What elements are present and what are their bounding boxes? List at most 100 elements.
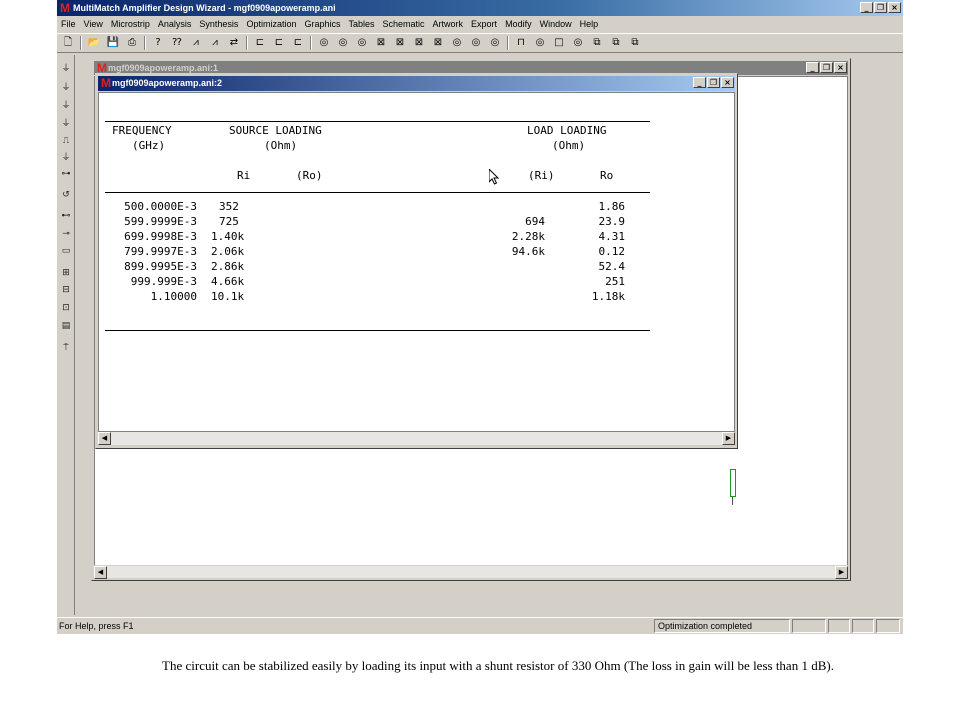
menu-item-help[interactable]: Help bbox=[580, 19, 599, 29]
resistor-lead bbox=[732, 497, 733, 505]
load-ri-header: (Ri) bbox=[528, 169, 555, 182]
tool-icon[interactable]: ⏚ bbox=[60, 152, 72, 164]
menu-item-modify[interactable]: Modify bbox=[505, 19, 532, 29]
table-cell-freq: 799.9997E-3 bbox=[124, 245, 197, 258]
restore-button[interactable]: ❐ bbox=[707, 77, 720, 88]
network-icon[interactable]: ⧉ bbox=[628, 36, 642, 50]
restore-button[interactable]: ❐ bbox=[874, 2, 887, 13]
tool-b-icon[interactable]: ⩘ bbox=[208, 36, 222, 50]
minimize-button[interactable]: _ bbox=[806, 62, 819, 73]
circle-icon[interactable]: ◎ bbox=[571, 36, 585, 50]
loading-table: FREQUENCY SOURCE LOADING LOAD LOADING (G… bbox=[98, 92, 735, 432]
table-cell-load-ro: 0.12 bbox=[598, 245, 626, 258]
box-icon[interactable]: ⊠ bbox=[374, 36, 388, 50]
menu-item-artwork[interactable]: Artwork bbox=[433, 19, 464, 29]
tool-icon[interactable]: ⏚ bbox=[60, 63, 72, 75]
tool-icon[interactable]: ▭ bbox=[60, 245, 72, 257]
menu-item-graphics[interactable]: Graphics bbox=[304, 19, 340, 29]
load-ro-header: Ro bbox=[600, 169, 614, 182]
horizontal-scrollbar[interactable]: ◀ ▶ bbox=[98, 432, 735, 445]
component-icon[interactable]: ⊏ bbox=[253, 36, 267, 50]
print-icon[interactable]: ⎙ bbox=[125, 36, 139, 50]
tool-icon[interactable]: ⊶ bbox=[60, 168, 72, 180]
scroll-right-icon[interactable]: ▶ bbox=[835, 566, 848, 579]
circle-icon[interactable]: ◎ bbox=[533, 36, 547, 50]
toolbar-separator bbox=[246, 36, 248, 50]
menu-item-analysis[interactable]: Analysis bbox=[158, 19, 192, 29]
square-icon[interactable]: □ bbox=[552, 36, 566, 50]
child-window-1-controls: _ ❐ × bbox=[806, 62, 848, 73]
box-icon[interactable]: ⊠ bbox=[431, 36, 445, 50]
table-cell-freq: 599.9999E-3 bbox=[124, 215, 197, 228]
help-icon[interactable]: ? bbox=[151, 36, 165, 50]
open-icon[interactable]: 📂 bbox=[87, 36, 101, 50]
child-window-2-controls: _ ❐ × bbox=[693, 77, 735, 88]
graph-icon[interactable]: ⊓ bbox=[514, 36, 528, 50]
app-titlebar: M MultiMatch Amplifier Design Wizard - m… bbox=[57, 0, 903, 16]
table-cell-load-ro: 23.9 bbox=[598, 215, 626, 228]
horizontal-scrollbar[interactable]: ◀ ▶ bbox=[94, 565, 848, 579]
tool-icon[interactable]: ⏚ bbox=[60, 82, 72, 94]
menu-item-file[interactable]: File bbox=[61, 19, 76, 29]
tool-icon[interactable]: ⏚ bbox=[60, 118, 72, 130]
menu-item-schematic[interactable]: Schematic bbox=[383, 19, 425, 29]
menu-item-tables[interactable]: Tables bbox=[348, 19, 374, 29]
circle-icon[interactable]: ◎ bbox=[317, 36, 331, 50]
tool-icon[interactable]: ⊸ bbox=[60, 228, 72, 240]
tool-icon[interactable]: ⊞ bbox=[60, 267, 72, 279]
menu-item-window[interactable]: Window bbox=[540, 19, 572, 29]
tool-a-icon[interactable]: ⩘ bbox=[189, 36, 203, 50]
circle-icon[interactable]: ◎ bbox=[469, 36, 483, 50]
circle-icon[interactable]: ◎ bbox=[488, 36, 502, 50]
table-cell-load-ri: 94.6k bbox=[511, 245, 545, 258]
tool-icon[interactable]: ⊟ bbox=[60, 284, 72, 296]
restore-button[interactable]: ❐ bbox=[820, 62, 833, 73]
status-pane bbox=[792, 619, 826, 633]
context-help-icon[interactable]: ⁇ bbox=[170, 36, 184, 50]
status-bar: For Help, press F1 Optimization complete… bbox=[57, 617, 903, 634]
circle-icon[interactable]: ◎ bbox=[336, 36, 350, 50]
box-icon[interactable]: ⊠ bbox=[393, 36, 407, 50]
menu-item-view[interactable]: View bbox=[84, 19, 103, 29]
resistor-symbol bbox=[730, 469, 736, 497]
scroll-right-icon[interactable]: ▶ bbox=[722, 432, 735, 445]
tool-icon[interactable]: ⍑ bbox=[60, 342, 72, 354]
menu-item-synthesis[interactable]: Synthesis bbox=[199, 19, 238, 29]
circle-icon[interactable]: ◎ bbox=[355, 36, 369, 50]
box-icon[interactable]: ⊠ bbox=[412, 36, 426, 50]
menu-item-microstrip[interactable]: Microstrip bbox=[111, 19, 150, 29]
scroll-left-icon[interactable]: ◀ bbox=[94, 566, 107, 579]
network-icon[interactable]: ⧉ bbox=[609, 36, 623, 50]
frequency-header: FREQUENCY bbox=[112, 124, 172, 137]
table-cell-freq: 999.999E-3 bbox=[130, 275, 197, 288]
close-button[interactable]: × bbox=[721, 77, 734, 88]
table-rule bbox=[105, 192, 650, 193]
tool-icon[interactable]: ↺ bbox=[60, 189, 72, 201]
minimize-button[interactable]: _ bbox=[860, 2, 873, 13]
tool-icon[interactable]: ⎍ bbox=[60, 135, 72, 147]
status-message: Optimization completed bbox=[654, 619, 790, 633]
table-rule bbox=[105, 121, 650, 122]
close-button[interactable]: × bbox=[834, 62, 847, 73]
child-window-2-titlebar[interactable]: M mgf0909apoweramp.ani:2 _ ❐ × bbox=[98, 76, 735, 91]
table-cell-load-ro: 52.4 bbox=[598, 260, 626, 273]
tool-icon[interactable]: ⊡ bbox=[60, 302, 72, 314]
circle-icon[interactable]: ◎ bbox=[450, 36, 464, 50]
component-icon[interactable]: ⊏ bbox=[272, 36, 286, 50]
tool-icon[interactable]: ▤ bbox=[60, 320, 72, 332]
table-cell-load-ri: 2.28k bbox=[511, 230, 545, 243]
save-icon[interactable]: 💾 bbox=[106, 36, 120, 50]
table-cell-freq: 899.9995E-3 bbox=[124, 260, 197, 273]
network-icon[interactable]: ⧉ bbox=[590, 36, 604, 50]
new-icon[interactable]: 🗋 bbox=[61, 36, 75, 50]
table-rule bbox=[105, 330, 650, 331]
component-icon[interactable]: ⊏ bbox=[291, 36, 305, 50]
tool-icon[interactable]: ⏚ bbox=[60, 100, 72, 112]
close-button[interactable]: × bbox=[888, 2, 901, 13]
tool-c-icon[interactable]: ⇄ bbox=[227, 36, 241, 50]
menu-item-export[interactable]: Export bbox=[471, 19, 497, 29]
tool-icon[interactable]: ⊷ bbox=[60, 210, 72, 222]
minimize-button[interactable]: _ bbox=[693, 77, 706, 88]
scroll-left-icon[interactable]: ◀ bbox=[98, 432, 111, 445]
menu-item-optimization[interactable]: Optimization bbox=[246, 19, 296, 29]
